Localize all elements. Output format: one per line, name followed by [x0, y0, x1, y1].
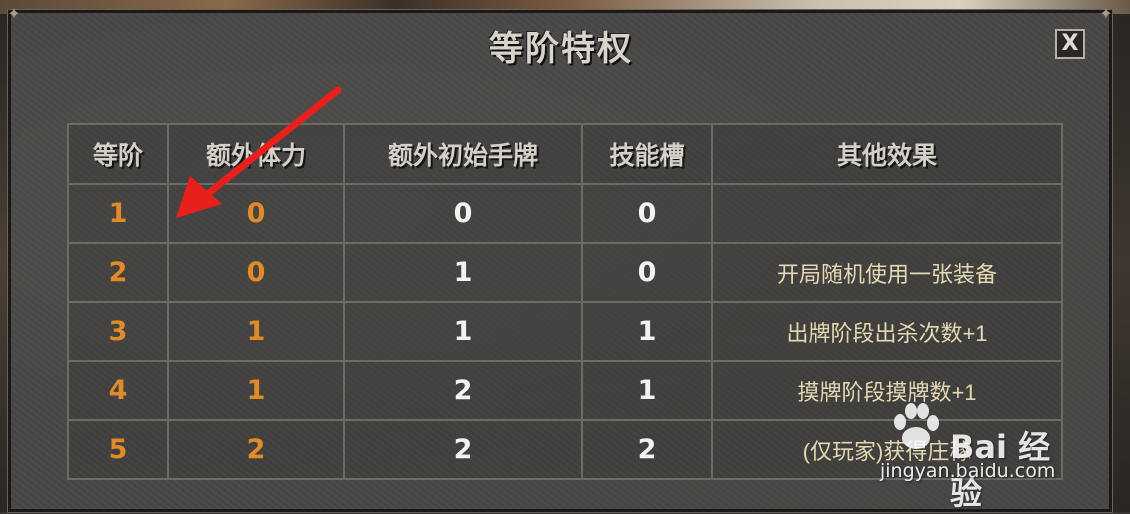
table-row: 3 1 1 1 出牌阶段出杀次数+1 — [67, 301, 1063, 362]
dialog-title-bar: 等阶特权 X — [21, 13, 1101, 73]
skill-slot-cell: 2 — [581, 419, 713, 480]
header-other-effect: 其他效果 — [711, 123, 1063, 185]
close-icon: X — [1061, 31, 1079, 56]
watermark-url: jingyan.baidu.com — [880, 460, 1056, 482]
header-skill-slot: 技能槽 — [581, 123, 713, 185]
table-header-row: 等阶 额外体力 额外初始手牌 技能槽 其他效果 — [67, 123, 1063, 185]
extra-hand-cell: 2 — [343, 360, 583, 421]
skill-slot-cell: 1 — [581, 360, 713, 421]
header-level: 等阶 — [67, 123, 169, 185]
extra-hand-cell: 0 — [343, 183, 583, 244]
extra-hp-cell: 0 — [167, 183, 345, 244]
extra-hp-cell: 1 — [167, 360, 345, 421]
dialog-title: 等阶特权 — [489, 29, 633, 69]
close-button[interactable]: X — [1055, 29, 1085, 59]
extra-hand-cell: 1 — [343, 301, 583, 362]
effect-cell: 出牌阶段出杀次数+1 — [711, 301, 1063, 362]
header-extra-hand: 额外初始手牌 — [343, 123, 583, 185]
skill-slot-cell: 0 — [581, 183, 713, 244]
skill-slot-cell: 0 — [581, 242, 713, 303]
extra-hand-cell: 1 — [343, 242, 583, 303]
table-row: 1 0 0 0 — [67, 183, 1063, 244]
extra-hand-cell: 2 — [343, 419, 583, 480]
level-cell: 1 — [67, 183, 169, 244]
table-row: 2 0 1 0 开局随机使用一张装备 — [67, 242, 1063, 303]
paw-logo-icon — [894, 403, 939, 449]
effect-cell: 开局随机使用一张装备 — [711, 242, 1063, 303]
skill-slot-cell: 1 — [581, 301, 713, 362]
level-cell: 4 — [67, 360, 169, 421]
extra-hp-cell: 1 — [167, 301, 345, 362]
watermark: Bai 经验 jingyan.baidu.com — [880, 398, 1080, 512]
header-extra-hp: 额外体力 — [167, 123, 345, 185]
extra-hp-cell: 2 — [167, 419, 345, 480]
level-cell: 2 — [67, 242, 169, 303]
level-cell: 5 — [67, 419, 169, 480]
level-cell: 3 — [67, 301, 169, 362]
extra-hp-cell: 0 — [167, 242, 345, 303]
effect-cell — [711, 183, 1063, 244]
